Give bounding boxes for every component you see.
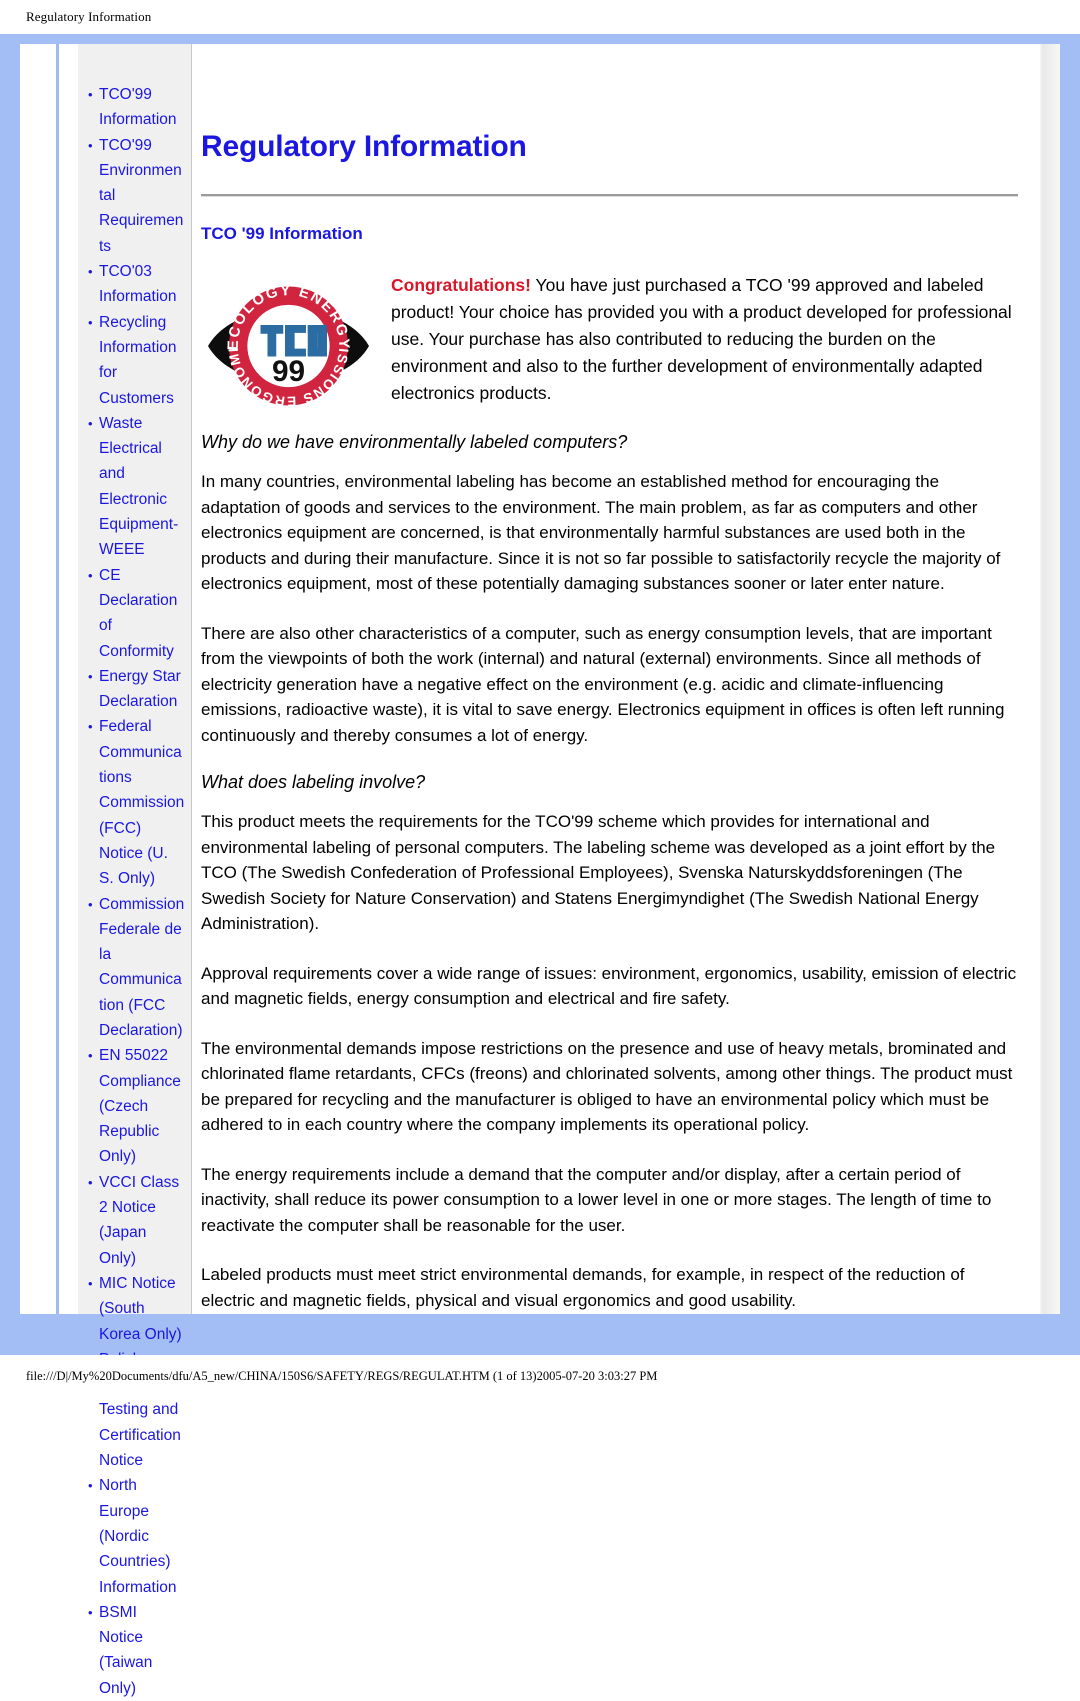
section-title-tco99: TCO '99 Information xyxy=(201,224,363,243)
sidebar-item-bsmi-notice[interactable]: BSMI Notice (Taiwan Only) xyxy=(88,1600,185,1701)
browser-page-header: Regulatory Information xyxy=(0,0,1080,34)
tco-logo-container: ECOLOGY ENERGY EMISSIONS ERGONOMICS xyxy=(201,270,391,416)
tco-99-certification-logo: ECOLOGY ENERGY EMISSIONS ERGONOMICS xyxy=(201,276,369,409)
sidebar-item-tco99-information[interactable]: TCO'99 Information xyxy=(88,82,185,133)
intro-paragraph: Congratulations! You have just purchased… xyxy=(391,270,1018,407)
right-scroll-track[interactable] xyxy=(1038,44,1060,1314)
sidebar-item-weee[interactable]: Waste Electrical and Electronic Equipmen… xyxy=(88,411,185,563)
sidebar-item-label: BSMI Notice (Taiwan Only) xyxy=(99,1603,153,1697)
status-bar-url: file:///D|/My%20Documents/dfu/A5_new/CHI… xyxy=(26,1368,658,1383)
sidebar-item-label: MIC Notice (South Korea Only) xyxy=(99,1274,182,1343)
sidebar-item-tco99-environmental-requirements[interactable]: TCO'99 Environmental Requirements xyxy=(88,133,185,259)
sidebar-item-label: Federal Communications Commission (FCC) … xyxy=(99,718,185,888)
sidebar-item-fcc-notice[interactable]: Federal Communications Commission (FCC) … xyxy=(88,714,185,891)
sidebar-item-label: CE Declaration of Conformity xyxy=(99,566,178,660)
page-title: Regulatory Information xyxy=(201,130,527,163)
page-header-title: Regulatory Information xyxy=(26,9,152,24)
congratulations-lead: Congratulations! xyxy=(391,275,531,295)
sidebar-item-label: VCCI Class 2 Notice (Japan Only) xyxy=(99,1173,180,1267)
paragraph-4: Approval requirements cover a wide range… xyxy=(201,963,1017,1009)
sidebar-item-label: Energy Star Declaration xyxy=(99,667,181,711)
document-frame: TCO'99 Information TCO'99 Environmental … xyxy=(0,34,1080,1697)
paragraph-3: This product meets the requirements for … xyxy=(201,812,996,933)
status-bar: file:///D|/My%20Documents/dfu/A5_new/CHI… xyxy=(0,1355,1080,1397)
paragraph-1: In many countries, environmental labelin… xyxy=(201,472,1001,593)
sidebar-list: TCO'99 Information TCO'99 Environmental … xyxy=(78,82,191,1701)
sidebar-item-label: North Europe (Nordic Countries) Informat… xyxy=(99,1477,177,1596)
svg-text:99: 99 xyxy=(272,355,305,388)
paragraph-7: Labeled products must meet strict enviro… xyxy=(201,1265,965,1310)
sidebar-item-label: Waste Electrical and Electronic Equipmen… xyxy=(99,414,179,559)
sidebar-item-label: TCO'99 Environmental Requirements xyxy=(99,136,184,255)
sidebar-item-recycling-information[interactable]: Recycling Information for Customers xyxy=(88,310,185,411)
sidebar-navigation: TCO'99 Information TCO'99 Environmental … xyxy=(78,44,192,1697)
sidebar-item-ce-declaration[interactable]: CE Declaration of Conformity xyxy=(88,563,185,664)
sidebar-item-energy-star[interactable]: Energy Star Declaration xyxy=(88,664,185,715)
sidebar-item-label: EN 55022 Compliance (Czech Republic Only… xyxy=(99,1047,181,1166)
sidebar-item-mic-notice[interactable]: MIC Notice (South Korea Only) xyxy=(88,1271,185,1347)
sidebar-item-label: Recycling Information for Customers xyxy=(99,313,177,407)
sidebar-item-fcc-declaration-french[interactable]: Commission Federale de la Communication … xyxy=(88,892,185,1044)
intro-block: ECOLOGY ENERGY EMISSIONS ERGONOMICS xyxy=(201,270,1018,416)
sidebar-item-label: Commission Federale de la Communication … xyxy=(99,895,185,1039)
paragraph-2: There are also other characteristics of … xyxy=(201,623,1005,745)
sidebar-item-vcci[interactable]: VCCI Class 2 Notice (Japan Only) xyxy=(88,1170,185,1271)
sidebar-item-label: TCO'99 Information xyxy=(99,86,177,129)
sidebar-item-label: TCO'03 Information xyxy=(99,263,177,306)
title-divider xyxy=(201,194,1018,197)
subhead-why-labeled-computers: Why do we have environmentally labeled c… xyxy=(201,432,628,452)
left-blue-rule xyxy=(56,44,59,1314)
paragraph-6: The energy requirements include a demand… xyxy=(201,1164,992,1235)
main-content: Regulatory Information TCO '99 Informati… xyxy=(193,44,1040,1314)
subhead-what-does-labeling-involve: What does labeling involve? xyxy=(201,772,426,792)
sidebar-item-en55022[interactable]: EN 55022 Compliance (Czech Republic Only… xyxy=(88,1043,185,1169)
sidebar-item-tco03-information[interactable]: TCO'03 Information xyxy=(88,259,185,310)
paragraph-5: The environmental demands impose restric… xyxy=(201,1038,1013,1135)
sidebar-item-north-europe[interactable]: North Europe (Nordic Countries) Informat… xyxy=(88,1473,185,1599)
